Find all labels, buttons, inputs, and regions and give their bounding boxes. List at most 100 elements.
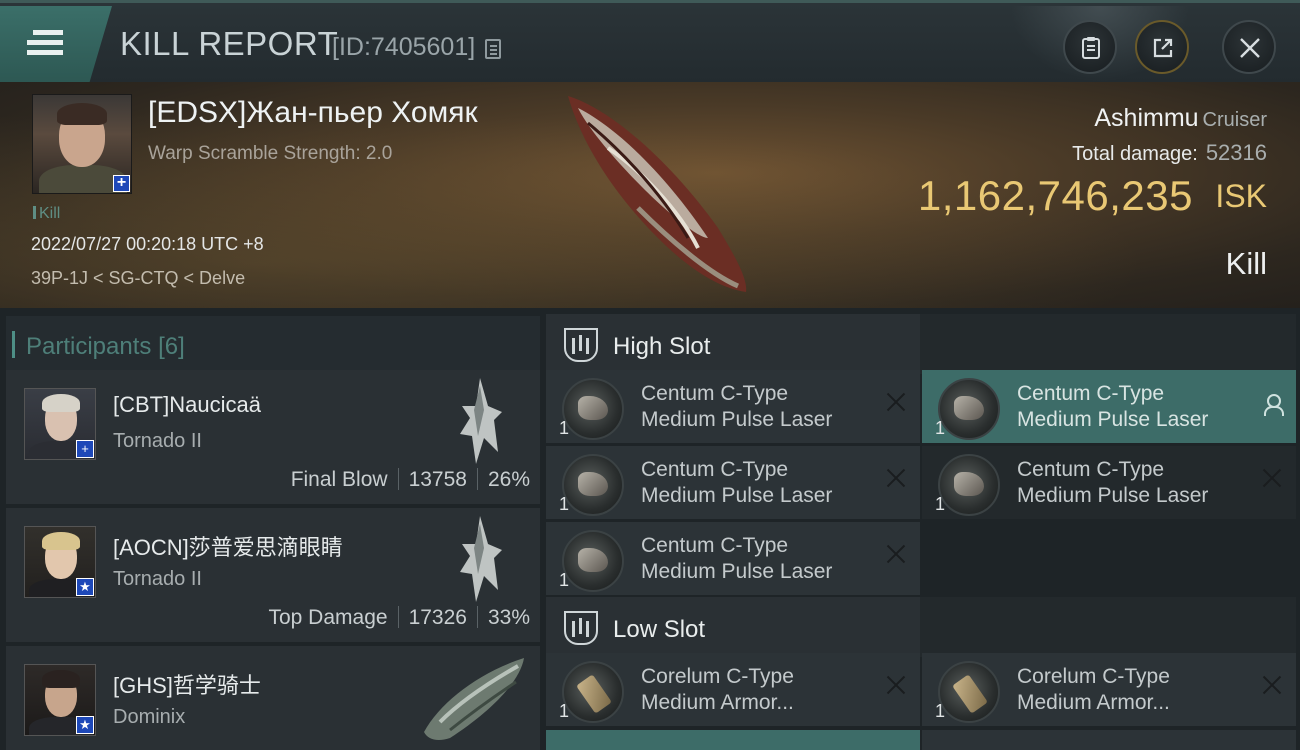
ship-icon [424,658,524,740]
participants-header: Participants [6] [6,316,540,372]
participant-ship: Tornado II [113,568,202,590]
slot-icon [564,328,598,362]
remove-icon[interactable] [1262,675,1282,695]
total-damage: Total damage: 52316 [1072,140,1267,165]
title-bar: KILL REPORT [ID:7405601] [0,0,1300,82]
participant-name: [GHS]哲学骑士 [113,673,261,698]
participants-panel: Participants [6] + [CBT]Naucicaä Tornado… [0,308,540,750]
close-button[interactable] [1222,20,1276,74]
kill-tag: Kill [33,205,60,223]
kill-datetime: 2022/07/27 00:20:18 UTC +8 [31,234,264,254]
avatar[interactable]: ★ [24,526,96,598]
module-quantity: 1 [559,701,570,721]
kill-location: 39P-1J < SG-CTQ < Delve [31,268,246,288]
pulse-laser-icon [562,378,624,440]
participant-role: Top Damage [268,606,388,629]
remove-icon[interactable] [1262,468,1282,488]
avatar[interactable]: ★ [24,664,96,736]
module-item[interactable]: 1 Centum C-Type Medium Pulse Laser [546,446,920,519]
fitting-panel: High Slot 1 Centum C-Type Medium Pulse L… [540,308,1300,750]
close-icon [1240,38,1260,58]
module-name: Centum C-Type [1017,458,1165,481]
isk-unit: ISK [1215,178,1267,214]
clipboard-button[interactable] [1063,20,1117,74]
module-name: Corelum C-Type [641,665,794,688]
ship-image [568,96,747,292]
armor-repairer-icon [938,661,1000,723]
participant-stats: Top Damage 17326 33% [268,606,530,630]
module-name: Corelum C-Type [1017,665,1170,688]
module-item-partial[interactable] [922,730,1296,750]
remove-icon[interactable] [886,392,906,412]
high-slot-title: High Slot [613,333,711,360]
participant-damage: 13758 [408,468,467,491]
copy-icon[interactable] [485,39,501,59]
armor-repairer-icon [562,661,624,723]
module-item[interactable]: 1 Centum C-Type Medium Pulse Laser [922,446,1296,519]
standing-badge: ★ [76,578,94,596]
pulse-laser-icon [562,454,624,516]
person-icon[interactable] [1262,394,1284,416]
page-title: KILL REPORT [120,25,339,62]
module-name: Centum C-Type [1017,382,1165,405]
module-item[interactable]: 1 Corelum C-Type Medium Armor... [546,653,920,726]
participant-role: Final Blow [290,468,388,491]
slot-icon [564,611,598,645]
participant-stats: Final Blow 13758 26% [291,468,530,492]
module-quantity: 1 [935,418,946,438]
module-type: Medium Pulse Laser [1017,484,1209,507]
standing-badge: ★ [76,716,94,734]
clipboard-icon [1082,37,1100,59]
participant-ship: Dominix [113,706,186,728]
module-name: Centum C-Type [641,534,789,557]
participant-ship: Tornado II [113,430,202,452]
pulse-laser-icon [562,530,624,592]
module-quantity: 1 [935,494,946,514]
participant-damage: 17326 [408,606,467,629]
victim-portrait[interactable]: + [32,94,132,194]
share-button[interactable] [1135,20,1189,74]
module-name: Centum C-Type [641,458,789,481]
module-quantity: 1 [559,570,570,590]
remove-icon[interactable] [886,468,906,488]
participant-row[interactable]: + [CBT]Naucicaä Tornado II Final Blow 137… [6,370,540,504]
module-item[interactable]: 1 Centum C-Type Medium Pulse Laser [922,370,1296,443]
module-item[interactable]: 1 Corelum C-Type Medium Armor... [922,653,1296,726]
module-type: Medium Pulse Laser [641,484,833,507]
module-type: Medium Pulse Laser [641,408,833,431]
participant-row[interactable]: ★ [AOCN]莎普爱思滴眼睛 Tornado II Top Damage 173… [6,508,540,642]
isk-value: 1,162,746,235 [917,172,1193,219]
low-slot-header: Low Slot [546,597,920,657]
participants-title: Participants [26,333,152,360]
ship-name: Ashimmu Cruiser [1094,104,1267,132]
pulse-laser-icon [938,454,1000,516]
menu-icon [27,30,63,56]
remove-icon[interactable] [886,675,906,695]
module-quantity: 1 [559,494,570,514]
ship-icon [460,516,502,602]
module-item[interactable]: 1 Centum C-Type Medium Pulse Laser [546,522,920,595]
remove-icon[interactable] [886,544,906,564]
participant-percent: 26% [487,468,530,491]
menu-button[interactable] [0,6,112,82]
module-name: Centum C-Type [641,382,789,405]
module-type: Medium Armor... [1017,691,1170,714]
participant-percent: 33% [487,606,530,629]
high-slot-header: High Slot [546,314,920,374]
ship-icon [460,378,502,464]
module-type: Medium Pulse Laser [1017,408,1209,431]
module-quantity: 1 [559,418,570,438]
module-type: Medium Armor... [641,691,794,714]
standing-badge: + [76,440,94,458]
module-type: Medium Pulse Laser [641,560,833,583]
module-item-partial[interactable] [546,730,920,750]
ship-class: Cruiser [1202,109,1267,131]
participant-name: [AOCN]莎普爱思滴眼睛 [113,535,343,560]
avatar[interactable]: + [24,388,96,460]
participant-name: [CBT]Naucicaä [113,392,261,417]
participant-row[interactable]: ★ [GHS]哲学骑士 Dominix [6,646,540,750]
pulse-laser-icon [938,378,1000,440]
module-item[interactable]: 1 Centum C-Type Medium Pulse Laser [546,370,920,443]
kill-status: Kill [1225,246,1267,281]
report-id: [ID:7405601] [332,33,476,61]
